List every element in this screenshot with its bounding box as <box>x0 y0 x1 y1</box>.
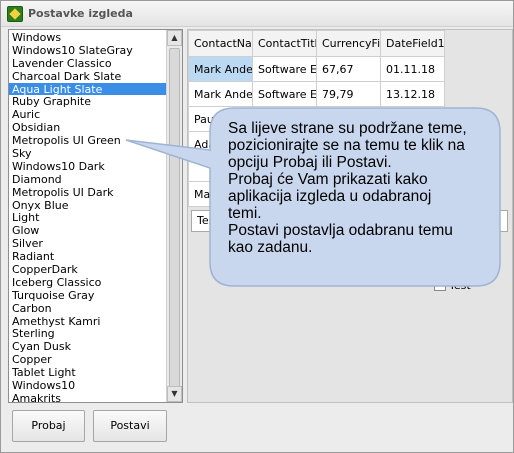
theme-list-item[interactable]: Sky <box>9 147 167 160</box>
theme-list-item[interactable]: Silver <box>9 237 167 250</box>
theme-list-item[interactable]: Windows10 SlateGray <box>9 44 167 57</box>
theme-list-item[interactable]: Amethyst Kamri <box>9 315 167 328</box>
app-icon <box>7 6 23 22</box>
callout-line: Sa lijeve strane su podržane teme, <box>228 120 467 137</box>
theme-list-item[interactable]: Cyan Dusk <box>9 340 167 353</box>
theme-list-item[interactable]: Tablet Light <box>9 366 167 379</box>
theme-list-item[interactable]: Amakrits <box>9 392 167 402</box>
callout-line: aplikacija izgleda u odabranoj <box>228 188 432 205</box>
set-button[interactable]: Postavi <box>93 410 167 442</box>
theme-list-item[interactable]: Auric <box>9 108 167 121</box>
grid-column-header[interactable]: CurrencyFie <box>316 30 381 57</box>
theme-list-item[interactable]: Turquoise Gray <box>9 289 167 302</box>
theme-list-item[interactable]: CopperDark <box>9 263 167 276</box>
theme-list-item[interactable]: Iceberg Classico <box>9 276 167 289</box>
title-bar: Postavke izgleda <box>1 1 513 27</box>
theme-list-item[interactable]: Ruby Graphite <box>9 95 167 109</box>
callout-line: kao zadanu. <box>228 239 313 256</box>
scroll-thumb[interactable] <box>169 48 180 393</box>
theme-list-item[interactable]: Metropolis UI Green <box>9 134 167 147</box>
window-title: Postavke izgleda <box>28 7 133 20</box>
grid-cell[interactable]: Mark Anders <box>188 81 253 107</box>
grid-row[interactable]: Mark AndersSoftware En67,6701.11.18 <box>188 56 445 82</box>
theme-list-item[interactable]: Lavender Classico <box>9 57 167 70</box>
callout-line: opciju Probaj ili Postavi. <box>228 154 392 171</box>
grid-cell[interactable]: 79,79 <box>316 81 381 107</box>
grid-column-header[interactable]: DateField1 <box>380 30 445 57</box>
grid-cell[interactable]: 01.11.18 <box>380 56 445 82</box>
grid-column-header[interactable]: ContactTitle <box>252 30 317 57</box>
theme-list-item[interactable]: Glow <box>9 224 167 237</box>
grid-cell[interactable]: Mark Anders <box>188 56 253 82</box>
theme-list-item[interactable]: Metropolis UI Dark <box>9 186 167 199</box>
preview-checkbox[interactable]: Test <box>434 278 471 292</box>
grid-cell[interactable]: Software En <box>252 81 317 107</box>
scroll-down-icon[interactable]: ▼ <box>167 386 182 402</box>
theme-list-item[interactable]: Carbon <box>9 302 167 315</box>
theme-list-item[interactable]: Windows <box>9 31 167 44</box>
theme-list-item[interactable]: Aqua Light Slate <box>9 82 167 96</box>
theme-list-item[interactable]: Charcoal Dark Slate <box>9 70 167 83</box>
grid-cell[interactable]: 13.12.18 <box>380 81 445 107</box>
theme-list-item[interactable]: Light <box>9 211 167 225</box>
grid-column-header[interactable]: ContactNam <box>188 30 253 57</box>
try-button[interactable]: Probaj <box>12 410 85 442</box>
theme-list-item[interactable]: Windows10 <box>9 379 167 392</box>
help-callout-text: Sa lijeve strane su podržane teme, pozici… <box>228 120 488 256</box>
checkbox-box[interactable] <box>434 279 446 291</box>
theme-list-item[interactable]: Copper <box>9 353 167 366</box>
callout-line: temi. <box>228 205 262 222</box>
theme-list-item[interactable]: Radiant <box>9 250 167 263</box>
theme-list-panel[interactable]: Windows Windows10 SlateGray Lavender Class… <box>8 29 183 403</box>
theme-list-item[interactable]: Diamond <box>9 173 167 186</box>
callout-line: Probaj će Vam prikazati kako <box>228 171 428 188</box>
scroll-up-icon[interactable]: ▲ <box>167 30 182 46</box>
theme-list-item[interactable]: Onyx Blue <box>9 199 167 212</box>
callout-line: pozicionirajte se na temu te klik na <box>228 137 465 154</box>
theme-list[interactable]: Windows Windows10 SlateGray Lavender Class… <box>9 31 167 402</box>
callout-line: Postavi postavlja odabranu temu <box>228 222 453 239</box>
grid-row[interactable]: Mark AndersSoftware En79,7913.12.18 <box>188 81 445 107</box>
grid-cell[interactable]: Software En <box>252 56 317 82</box>
grid-cell[interactable]: 67,67 <box>316 56 381 82</box>
theme-list-item[interactable]: Windows10 Dark <box>9 160 167 173</box>
theme-list-item[interactable]: Obsidian <box>9 121 167 134</box>
theme-list-scrollbar[interactable]: ▲ ▼ <box>166 30 182 402</box>
preview-checkbox-label: Test <box>449 278 471 292</box>
theme-list-item[interactable]: Sterling <box>9 327 167 341</box>
